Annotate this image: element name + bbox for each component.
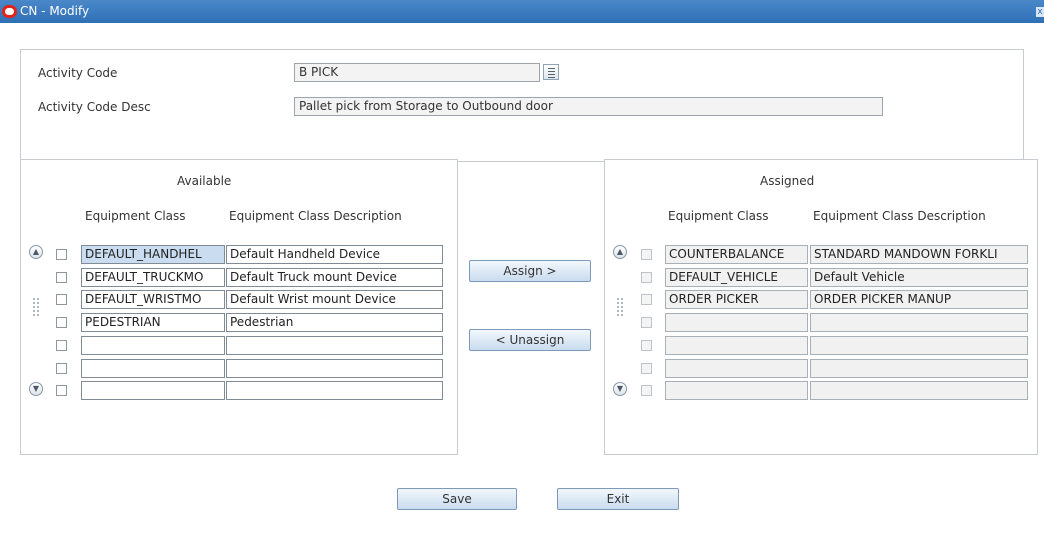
available-class-cell[interactable]: DEFAULT_HANDHEL: [81, 245, 225, 264]
available-class-cell[interactable]: PEDESTRIAN: [81, 313, 225, 333]
assigned-desc-cell[interactable]: STANDARD MANDOWN FORKLI: [810, 245, 1028, 264]
available-row-checkbox[interactable]: [56, 317, 67, 329]
available-desc-cell[interactable]: [226, 335, 443, 355]
assigned-class-cell[interactable]: DEFAULT_VEHICLE: [665, 267, 808, 287]
assigned-title: Assigned: [760, 174, 815, 188]
assigned-class-cell[interactable]: [665, 335, 808, 355]
available-desc-cell[interactable]: Default Handheld Device: [226, 245, 443, 264]
available-row-checkbox[interactable]: [56, 294, 67, 306]
unassign-button[interactable]: < Unassign: [469, 329, 591, 351]
available-class-cell[interactable]: [81, 381, 225, 401]
available-row-checkbox[interactable]: [56, 249, 67, 260]
assigned-desc-cell[interactable]: [810, 313, 1028, 333]
save-button[interactable]: Save: [397, 488, 517, 510]
available-row-checkbox[interactable]: [56, 385, 67, 397]
assigned-row-checkbox[interactable]: [641, 271, 652, 283]
oracle-logo-icon: [2, 5, 17, 18]
window-title: CN - Modify: [20, 4, 90, 18]
close-icon[interactable]: x: [1036, 7, 1044, 17]
assigned-row-checkbox[interactable]: [641, 362, 652, 374]
available-desc-cell[interactable]: [226, 358, 443, 378]
available-row-checkbox[interactable]: [56, 339, 67, 351]
scroll-up-icon[interactable]: ▲: [613, 245, 627, 259]
available-class-cell[interactable]: DEFAULT_TRUCKMO: [81, 267, 225, 287]
activity-code-label: Activity Code: [38, 66, 118, 80]
assigned-desc-cell[interactable]: ORDER PICKER MANUP: [810, 290, 1028, 310]
assigned-desc-cell[interactable]: [810, 381, 1028, 401]
available-title: Available: [177, 174, 232, 188]
grip-icon[interactable]: [616, 297, 624, 317]
available-col-desc: Equipment Class Description: [229, 209, 402, 223]
assigned-row-checkbox[interactable]: [641, 385, 652, 397]
grip-icon[interactable]: [32, 297, 40, 317]
title-bar: CN - Modify x: [0, 0, 1044, 23]
assigned-class-cell[interactable]: [665, 381, 808, 401]
available-class-cell[interactable]: [81, 358, 225, 378]
assign-button[interactable]: Assign >: [469, 260, 591, 282]
activity-desc-field[interactable]: Pallet pick from Storage to Outbound doo…: [294, 97, 883, 116]
assigned-class-cell[interactable]: ORDER PICKER: [665, 290, 808, 310]
assigned-row-checkbox[interactable]: [641, 294, 652, 306]
available-desc-cell[interactable]: Default Truck mount Device: [226, 267, 443, 287]
scroll-up-icon[interactable]: ▲: [29, 245, 43, 259]
available-desc-cell[interactable]: Default Wrist mount Device: [226, 290, 443, 310]
lookup-list-icon[interactable]: [543, 64, 559, 80]
assigned-row-checkbox[interactable]: [641, 317, 652, 329]
assigned-col-class: Equipment Class: [668, 209, 769, 223]
assigned-desc-cell[interactable]: [810, 335, 1028, 355]
assigned-row-checkbox[interactable]: [641, 339, 652, 351]
assigned-class-cell[interactable]: [665, 358, 808, 378]
available-row-checkbox[interactable]: [56, 271, 67, 283]
assigned-desc-cell[interactable]: [810, 358, 1028, 378]
available-col-class: Equipment Class: [85, 209, 186, 223]
available-desc-cell[interactable]: [226, 381, 443, 401]
exit-button[interactable]: Exit: [557, 488, 679, 510]
scroll-down-icon[interactable]: ▼: [613, 382, 627, 396]
dialog-content: Activity Code B PICK Activity Code Desc …: [0, 23, 1044, 537]
assigned-col-desc: Equipment Class Description: [813, 209, 986, 223]
available-row-checkbox[interactable]: [56, 362, 67, 374]
activity-desc-label: Activity Code Desc: [38, 100, 151, 114]
assigned-row-checkbox[interactable]: [641, 249, 652, 260]
assigned-class-cell[interactable]: COUNTERBALANCE: [665, 245, 808, 264]
activity-code-field[interactable]: B PICK: [294, 63, 540, 82]
available-class-cell[interactable]: DEFAULT_WRISTMO: [81, 290, 225, 310]
assigned-class-cell[interactable]: [665, 313, 808, 333]
available-class-cell[interactable]: [81, 335, 225, 355]
assigned-desc-cell[interactable]: Default Vehicle: [810, 267, 1028, 287]
available-desc-cell[interactable]: Pedestrian: [226, 313, 443, 333]
scroll-down-icon[interactable]: ▼: [29, 382, 43, 396]
